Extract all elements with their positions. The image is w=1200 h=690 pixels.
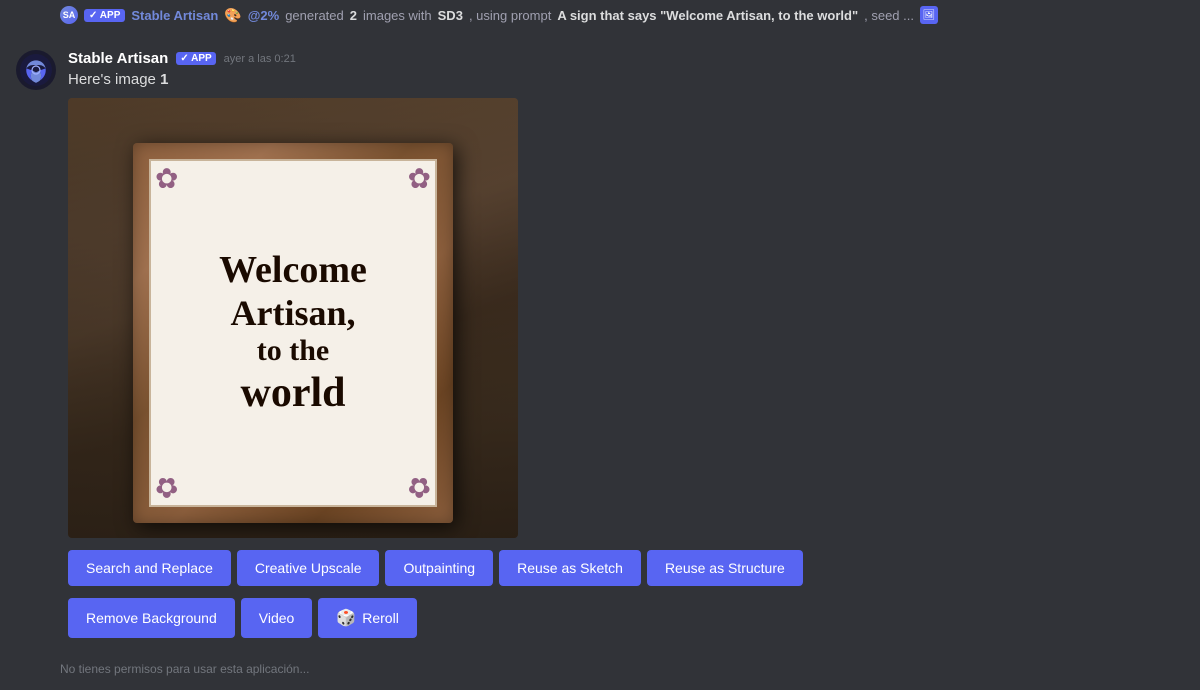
reroll-button[interactable]: 🎲 Reroll (318, 598, 417, 638)
frame-inner: ✿ ✿ ✿ ✿ Welcome Artisan, to the world (149, 159, 437, 507)
sign-text: Welcome Artisan, to the world (199, 199, 387, 467)
hint-text: No tienes permisos para usar esta aplica… (60, 662, 309, 676)
message-prefix: Here's image (68, 71, 156, 88)
search-replace-label: Search and Replace (86, 560, 213, 576)
reroll-label: Reroll (362, 610, 399, 626)
reuse-structure-button[interactable]: Reuse as Structure (647, 550, 803, 586)
corner-tl: ✿ (155, 165, 205, 215)
corner-tr: ✿ (381, 165, 431, 215)
creative-upscale-label: Creative Upscale (255, 560, 362, 576)
system-count: 2 (350, 8, 357, 23)
creative-upscale-button[interactable]: Creative Upscale (237, 550, 380, 586)
system-using-text: , using prompt (469, 8, 551, 23)
system-images-text: images with (363, 8, 432, 23)
timestamp: ayer a las 0:21 (224, 53, 296, 65)
system-prompt: A sign that says "Welcome Artisan, to th… (557, 8, 858, 23)
video-button[interactable]: Video (241, 598, 313, 638)
sign-line3: to the (219, 334, 367, 369)
buttons-row-1: Search and Replace Creative Upscale Outp… (68, 550, 1184, 586)
message-number: 1 (160, 71, 168, 88)
corner-bl: ✿ (155, 451, 205, 501)
system-generated: generated (285, 8, 344, 23)
remove-background-button[interactable]: Remove Background (68, 598, 235, 638)
bot-name: Stable Artisan (68, 50, 168, 67)
message-container: Stable Artisan APP ayer a las 0:21 Here'… (0, 34, 1200, 654)
system-bot-name: Stable Artisan (131, 8, 218, 23)
sign-line2: Artisan, (219, 293, 367, 334)
photo-icon: 🖼 (920, 6, 938, 24)
dice-icon: 🎲 (336, 608, 356, 628)
system-app-badge: APP (84, 9, 125, 22)
video-label: Video (259, 610, 295, 626)
sign-line4: world (219, 369, 367, 417)
avatar (16, 50, 56, 90)
sign-line1: Welcome (219, 249, 367, 293)
message-header: Stable Artisan APP ayer a las 0:21 (68, 50, 1184, 67)
system-seed: , seed ... (864, 8, 914, 23)
remove-background-label: Remove Background (86, 610, 217, 626)
message-content: Stable Artisan APP ayer a las 0:21 Here'… (68, 50, 1184, 638)
reuse-sketch-button[interactable]: Reuse as Sketch (499, 550, 641, 586)
buttons-row-2: Remove Background Video 🎲 Reroll (68, 598, 1184, 638)
system-percent: @2% (248, 8, 279, 23)
wooden-frame: ✿ ✿ ✿ ✿ Welcome Artisan, to the world (133, 143, 453, 523)
palette-icon: 🎨 (224, 7, 241, 24)
reuse-sketch-label: Reuse as Sketch (517, 560, 623, 576)
message-row: Stable Artisan APP ayer a las 0:21 Here'… (16, 50, 1184, 638)
bottom-hint: No tienes permisos para usar esta aplica… (0, 654, 1200, 676)
outpainting-label: Outpainting (403, 560, 475, 576)
corner-br: ✿ (381, 451, 431, 501)
app-tag: APP (176, 52, 215, 65)
sign-background: ✿ ✿ ✿ ✿ Welcome Artisan, to the world (68, 98, 518, 538)
generated-image: ✿ ✿ ✿ ✿ Welcome Artisan, to the world (68, 98, 518, 538)
system-app-icon: SA (60, 6, 78, 24)
search-replace-button[interactable]: Search and Replace (68, 550, 231, 586)
message-text: Here's image 1 (68, 71, 1184, 88)
system-bar: SA APP Stable Artisan 🎨 @2% generated 2 … (0, 0, 1200, 34)
system-model: SD3 (438, 8, 463, 23)
outpainting-button[interactable]: Outpainting (385, 550, 493, 586)
reuse-structure-label: Reuse as Structure (665, 560, 785, 576)
